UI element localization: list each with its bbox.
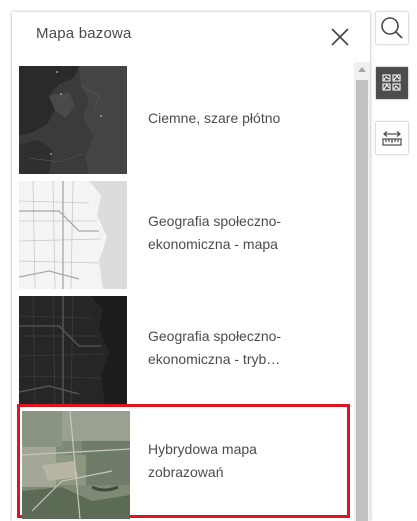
basemap-thumbnail xyxy=(22,411,130,519)
panel-title: Mapa bazowa xyxy=(36,25,132,42)
close-icon xyxy=(331,28,349,46)
vertical-scrollbar[interactable] xyxy=(354,62,370,521)
satellite-imagery-thumbnail xyxy=(22,411,130,519)
basemap-label-line1: Geografia społeczno- xyxy=(148,213,282,229)
basemap-gallery-tool-button[interactable] xyxy=(376,67,408,99)
search-icon xyxy=(381,17,403,39)
search-tool-button[interactable] xyxy=(376,12,408,44)
basemap-label-line1: Geografia społeczno- xyxy=(148,328,282,344)
basemap-thumbnail xyxy=(19,296,127,404)
basemap-item-label: Geografia społeczno- ekonomiczna - mapa xyxy=(148,179,348,287)
basemap-item-label: Ciemne, szare płótno xyxy=(148,64,348,172)
basemap-label-line1: Ciemne, szare płótno xyxy=(148,109,281,126)
basemap-item-hybrid-imagery[interactable]: Hybrydowa mapa zobrazowań xyxy=(17,404,350,519)
measure-icon xyxy=(382,131,402,146)
light-street-map-thumbnail xyxy=(19,181,127,289)
basemap-label-line1: Hybrydowa mapa xyxy=(148,441,257,457)
basemap-item-dark-gray[interactable]: Ciemne, szare płótno xyxy=(17,64,350,174)
dark-street-map-thumbnail xyxy=(19,296,127,404)
panel-header: Mapa bazowa xyxy=(12,12,370,62)
basemap-panel: Mapa bazowa Ciemne, szare płótno Geograf… xyxy=(12,12,370,521)
basemap-gallery-icon xyxy=(382,74,401,91)
close-button[interactable] xyxy=(326,23,354,51)
basemap-gallery-list: Ciemne, szare płótno Geografia społeczno… xyxy=(12,62,354,521)
basemap-thumbnail xyxy=(19,181,127,289)
basemap-item-socioeconomic-map[interactable]: Geografia społeczno- ekonomiczna - mapa xyxy=(17,179,350,289)
basemap-label-line2: ekonomiczna - tryb… xyxy=(148,351,281,367)
basemap-item-label: Hybrydowa mapa zobrazowań xyxy=(148,404,348,518)
basemap-label-line2: ekonomiczna - mapa xyxy=(148,236,278,252)
measure-tool-button[interactable] xyxy=(376,122,408,154)
basemap-item-label: Geografia społeczno- ekonomiczna - tryb… xyxy=(148,294,348,402)
basemap-item-socioeconomic-dark[interactable]: Geografia społeczno- ekonomiczna - tryb… xyxy=(17,294,350,404)
basemap-thumbnail xyxy=(19,66,127,174)
dark-gray-map-thumbnail xyxy=(19,66,127,174)
basemap-label-line2: zobrazowań xyxy=(148,464,224,480)
scroll-up-icon[interactable] xyxy=(358,67,366,72)
scrollbar-thumb[interactable] xyxy=(356,80,368,521)
